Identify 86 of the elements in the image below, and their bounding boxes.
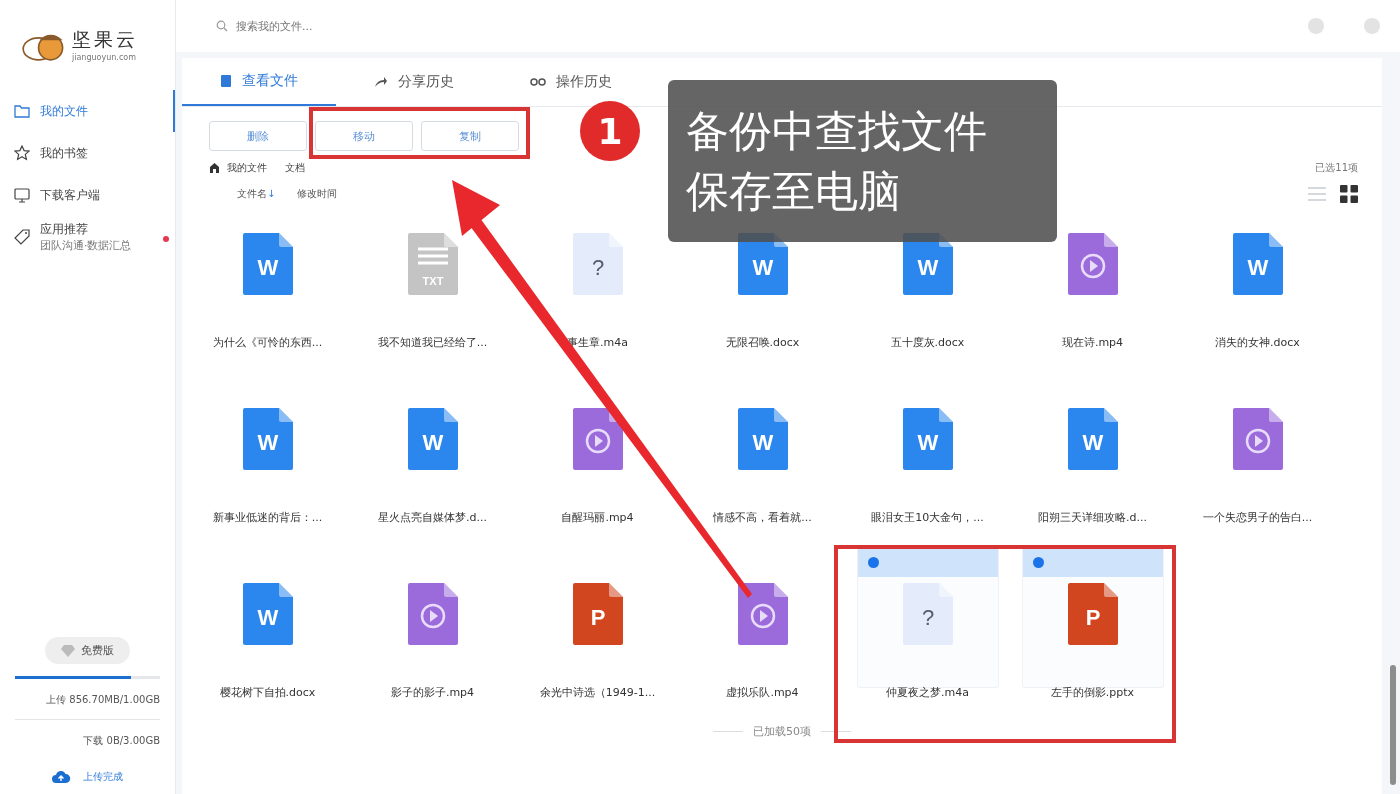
sidebar-item[interactable]: 我的文件 (0, 90, 175, 132)
file-tile[interactable]: P (527, 547, 668, 687)
video-file-icon (1067, 233, 1118, 295)
selection-dot[interactable] (1032, 556, 1044, 568)
file-name[interactable]: 我不知道我已经给了... (377, 335, 488, 350)
logo-domain: jianguoyun.com (72, 52, 137, 62)
powerpoint-file-icon: P (572, 583, 623, 645)
word-file-icon: W (242, 408, 293, 470)
diamond-icon (61, 644, 75, 657)
video-file-icon (737, 583, 788, 645)
file-name[interactable]: 一个失恋男子的告白... (1202, 510, 1313, 525)
selected-file-card[interactable]: ? (857, 547, 998, 687)
sidebar-item[interactable]: 应用推荐 团队沟通·数据汇总 (0, 216, 175, 258)
upload-usage: 上传 856.70MB/1.00GB (46, 693, 160, 707)
grid-view-icon[interactable] (1340, 185, 1358, 203)
download-usage: 下载 0B/3.00GB (83, 734, 160, 748)
selection-count: 已选11项 (1315, 161, 1358, 175)
video-file-icon (572, 408, 623, 470)
file-name[interactable]: 虚拟乐队.mp4 (726, 685, 799, 700)
file-tile[interactable]: W (692, 372, 833, 512)
selected-file-card[interactable]: P (1022, 547, 1163, 687)
word-file-icon: W (1232, 233, 1283, 295)
file-tile[interactable]: ? (527, 197, 668, 337)
sort-option[interactable]: 修改时间 (297, 187, 338, 201)
folder-icon (14, 104, 30, 118)
upload-status[interactable]: 上传完成 (83, 770, 123, 784)
video-file-icon (1232, 408, 1283, 470)
word-file-icon: W (1067, 408, 1118, 470)
word-file-icon: W (242, 583, 293, 645)
file-name[interactable]: 余光中诗选（1949-1... (539, 685, 656, 700)
file-name[interactable]: 阳朔三天详细攻略.d... (1038, 510, 1147, 525)
file-name[interactable]: 星火点亮自媒体梦.d... (378, 510, 487, 525)
sidebar-item[interactable]: 下载客户端 (0, 174, 175, 216)
file-tile[interactable]: W (362, 372, 503, 512)
file-name[interactable]: 自醒玛丽.mp4 (561, 510, 634, 525)
search-icon (216, 20, 228, 32)
word-file-icon: W (407, 408, 458, 470)
tab[interactable]: 分享历史 (336, 58, 492, 106)
file-tile[interactable]: W (1022, 372, 1163, 512)
history-icon (530, 77, 546, 87)
file-name[interactable]: 新事业低迷的背后：... (212, 510, 323, 525)
file-name[interactable]: 仲夏夜之梦.m4a (886, 685, 969, 700)
word-file-icon: W (902, 408, 953, 470)
plan-button[interactable]: 免费版 (45, 637, 130, 664)
video-file-icon (407, 583, 458, 645)
unknown-file-icon: ? (902, 583, 953, 645)
file-name[interactable]: 樱花树下自拍.docx (219, 685, 316, 700)
file-name[interactable]: 左手的倒影.pptx (1050, 685, 1135, 700)
word-file-icon: W (242, 233, 293, 295)
file-name[interactable]: 五十度灰.docx (890, 335, 965, 350)
sidebar-item[interactable]: 我的书签 (0, 132, 175, 174)
file-name[interactable]: 眼泪女王10大金句，... (871, 510, 984, 525)
loaded-count: 已加载50项 (753, 724, 811, 739)
unknown-file-icon: ? (572, 233, 623, 295)
word-file-icon: W (737, 408, 788, 470)
file-name[interactable]: 无限召唤.docx (725, 335, 800, 350)
file-name[interactable]: 情感不高，看着就... (713, 510, 812, 525)
text-file-icon: TXT (407, 233, 458, 295)
tab[interactable]: 查看文件 (182, 58, 336, 106)
file-name[interactable]: 现在诗.mp4 (1061, 335, 1124, 350)
logo-name: 坚果云 (72, 26, 138, 52)
file-name[interactable]: 影子的影子.mp4 (390, 685, 475, 700)
callout-text: 备份中查找文件 (686, 105, 988, 158)
powerpoint-file-icon: P (1067, 583, 1118, 645)
action-button[interactable]: 移动 (315, 121, 413, 151)
file-tile[interactable]: W (197, 372, 338, 512)
action-button[interactable]: 删除 (209, 121, 307, 151)
tag-icon (14, 229, 30, 245)
file-tile[interactable]: W (1187, 197, 1328, 337)
breadcrumb-link[interactable]: 我的文件 (227, 161, 267, 175)
home-icon (210, 163, 219, 173)
callout-text: 保存至电脑 (686, 165, 902, 218)
sort-option[interactable]: 文件名↓ (237, 187, 276, 201)
cloud-upload-icon (51, 770, 71, 784)
file-tile[interactable]: W (197, 547, 338, 687)
share-icon (374, 76, 388, 88)
document-icon (220, 74, 232, 88)
file-tile[interactable]: W (857, 372, 998, 512)
search-field[interactable]: 搜索我的文件... (236, 17, 496, 35)
file-name[interactable]: 为什么《可怜的东西... (212, 335, 323, 350)
action-button[interactable]: 复制 (421, 121, 519, 151)
breadcrumb-link[interactable]: 文档 (285, 161, 305, 175)
selection-dot[interactable] (867, 556, 879, 568)
file-name[interactable]: 消失的女神.docx (1215, 335, 1300, 350)
monitor-icon (14, 187, 30, 203)
star-icon (14, 145, 30, 161)
